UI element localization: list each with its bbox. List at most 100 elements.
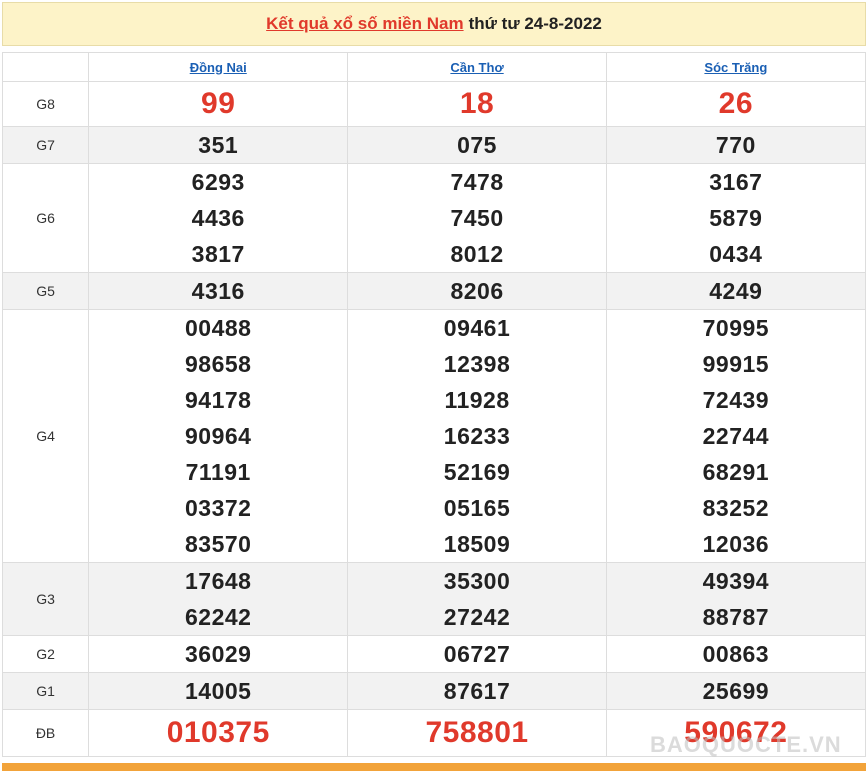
province-link-dong-nai[interactable]: Đồng Nai xyxy=(190,60,247,75)
prize-label: G3 xyxy=(1,562,90,636)
prize-number: 87617 xyxy=(443,678,511,704)
prize-cell: 70995 99915 72439 22744 68291 83252 1203… xyxy=(605,309,867,563)
prize-number: 18 xyxy=(459,87,495,120)
prize-cell: 14005 xyxy=(88,672,349,710)
prize-number: 06727 xyxy=(443,641,511,667)
prize-number: 71191 xyxy=(185,459,251,485)
prize-number: 4436 xyxy=(191,205,245,231)
prize-label: G5 xyxy=(1,272,90,310)
prize-row-g3: G3 17648 62242 35300 27242 49394 88787 xyxy=(1,562,867,636)
prize-cell: 25699 xyxy=(605,672,867,710)
prize-number: 11928 xyxy=(444,387,510,413)
prize-cell: 075 xyxy=(347,126,607,164)
prize-number: 18509 xyxy=(443,531,511,557)
prize-cell: 770 xyxy=(605,126,867,164)
prize-cell: 06727 xyxy=(347,635,607,673)
prize-number: 00863 xyxy=(702,641,770,667)
prize-row-g6: G6 6293 4436 3817 7478 7450 8012 3167 58… xyxy=(1,163,867,273)
results-date: thứ tư 24-8-2022 xyxy=(468,14,602,33)
prize-cell: 8206 xyxy=(347,272,607,310)
prize-row-db: ĐB 010375 758801 590672 xyxy=(1,709,867,757)
prize-number: 27242 xyxy=(443,604,511,630)
prize-cell: 00488 98658 94178 90964 71191 03372 8357… xyxy=(88,309,349,563)
prize-row-g1: G1 14005 87617 25699 xyxy=(1,672,867,710)
prize-cell: 00863 xyxy=(605,635,867,673)
prize-label: G1 xyxy=(1,672,90,710)
prize-label: G7 xyxy=(1,126,90,164)
prize-number: 4316 xyxy=(191,278,245,304)
prize-number: 7478 xyxy=(450,169,504,195)
prize-number: 90964 xyxy=(185,423,252,449)
prize-label: ĐB xyxy=(1,709,90,757)
prize-cell: 87617 xyxy=(347,672,607,710)
prize-number: 14005 xyxy=(185,678,252,704)
prize-cell: 18 xyxy=(347,81,607,127)
prize-number: 25699 xyxy=(702,678,770,704)
prize-cell: 351 xyxy=(88,126,349,164)
lottery-results-table: Đồng Nai Cần Thơ Sóc Trăng G8 99 18 26 G… xyxy=(1,52,867,757)
prize-number: 3817 xyxy=(191,241,245,267)
special-prize-number: 590672 xyxy=(684,716,788,749)
prize-number: 12398 xyxy=(443,351,511,377)
results-header: Kết quả xổ số miền Nam thứ tư 24-8-2022 xyxy=(2,2,866,46)
prize-number: 7450 xyxy=(450,205,504,231)
special-prize-number: 010375 xyxy=(166,716,270,749)
prize-number: 03372 xyxy=(185,495,252,521)
prize-cell: 758801 xyxy=(347,709,607,757)
prize-number: 8206 xyxy=(450,278,504,304)
prize-number: 72439 xyxy=(702,387,770,413)
prize-cell: 4249 xyxy=(605,272,867,310)
prize-number: 94178 xyxy=(185,387,252,413)
prize-row-g2: G2 36029 06727 00863 xyxy=(1,635,867,673)
prize-number: 98658 xyxy=(185,351,252,377)
prize-number: 5879 xyxy=(709,205,763,231)
province-header-dong-nai: Đồng Nai xyxy=(88,52,349,82)
prize-label: G2 xyxy=(1,635,90,673)
prize-number: 52169 xyxy=(443,459,511,485)
prize-number: 16233 xyxy=(443,423,511,449)
prize-number: 17648 xyxy=(185,568,252,594)
prize-label: G8 xyxy=(1,81,90,127)
prize-cell: 99 xyxy=(88,81,349,127)
prize-number: 00488 xyxy=(185,315,252,341)
prize-cell: 6293 4436 3817 xyxy=(88,163,349,273)
prize-number: 09461 xyxy=(443,315,511,341)
prize-number: 22744 xyxy=(702,423,770,449)
prize-number: 3167 xyxy=(709,169,763,195)
prize-number: 8012 xyxy=(450,241,504,267)
prize-row-g7: G7 351 075 770 xyxy=(1,126,867,164)
prize-cell: 590672 xyxy=(605,709,867,757)
prize-cell: 09461 12398 11928 16233 52169 05165 1850… xyxy=(347,309,607,563)
prize-number: 35300 xyxy=(443,568,511,594)
table-corner xyxy=(1,52,90,82)
province-link-can-tho[interactable]: Cần Thơ xyxy=(450,60,503,75)
prize-row-g4: G4 00488 98658 94178 90964 71191 03372 8… xyxy=(1,309,867,563)
prize-number: 075 xyxy=(457,132,497,158)
province-link-soc-trang[interactable]: Sóc Trăng xyxy=(704,60,767,75)
prize-cell: 49394 88787 xyxy=(605,562,867,636)
bottom-bar xyxy=(2,763,866,771)
province-header-soc-trang: Sóc Trăng xyxy=(605,52,867,82)
prize-cell: 4316 xyxy=(88,272,349,310)
prize-cell: 3167 5879 0434 xyxy=(605,163,867,273)
prize-cell: 36029 xyxy=(88,635,349,673)
prize-label: G4 xyxy=(1,309,90,563)
prize-number: 0434 xyxy=(709,241,763,267)
prize-number: 99 xyxy=(201,87,236,120)
prize-number: 99915 xyxy=(702,351,770,377)
prize-number: 83252 xyxy=(702,495,770,521)
prize-number: 770 xyxy=(715,132,756,158)
prize-cell: 26 xyxy=(605,81,867,127)
prize-number: 49394 xyxy=(702,568,770,594)
prize-number: 68291 xyxy=(702,459,770,485)
prize-number: 6293 xyxy=(191,169,245,195)
prize-cell: 010375 xyxy=(88,709,349,757)
prize-number: 4249 xyxy=(709,278,763,304)
prize-number: 12036 xyxy=(702,531,770,557)
prize-label: G6 xyxy=(1,163,90,273)
prize-cell: 7478 7450 8012 xyxy=(347,163,607,273)
results-title-link[interactable]: Kết quả xổ số miền Nam xyxy=(266,14,463,34)
prize-number: 36029 xyxy=(185,641,252,667)
prize-number: 351 xyxy=(198,132,239,158)
prize-cell: 35300 27242 xyxy=(347,562,607,636)
